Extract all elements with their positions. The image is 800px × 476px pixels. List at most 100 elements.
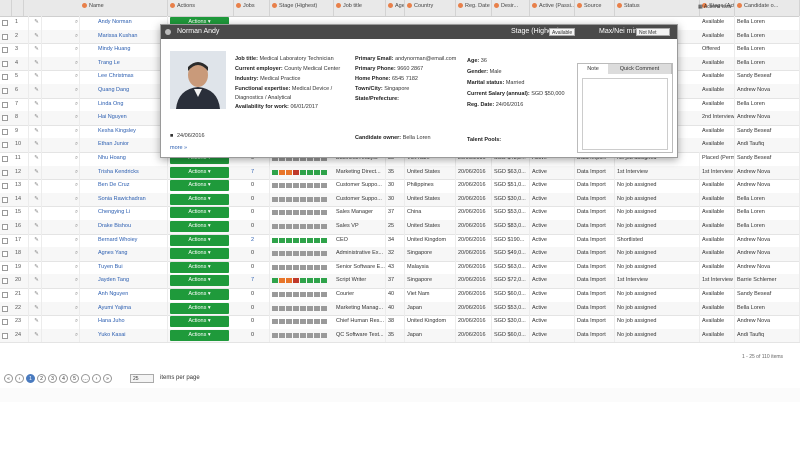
search-icon[interactable]: ⌕	[72, 288, 80, 302]
column-header[interactable]	[0, 0, 12, 16]
filter-icon[interactable]	[617, 3, 622, 9]
row-checkbox[interactable]	[2, 292, 8, 298]
edit-icon[interactable]: ✎	[30, 84, 42, 98]
search-icon[interactable]: ⌕	[72, 206, 80, 220]
edit-icon[interactable]: ✎	[30, 233, 42, 248]
search-icon[interactable]: ⌕	[72, 220, 80, 234]
tab-quick-comment[interactable]: Quick Comment	[608, 64, 672, 74]
candidate-name-link[interactable]: Marissa Kushan	[96, 29, 168, 44]
actions-button[interactable]: Actions ▾	[170, 193, 229, 205]
row-checkbox[interactable]	[2, 20, 8, 26]
search-icon[interactable]: ⌕	[72, 301, 80, 316]
filter-icon[interactable]	[170, 3, 175, 9]
actions-button[interactable]: Actions ▾	[170, 234, 229, 246]
actions-button[interactable]: Actions ▾	[170, 302, 229, 314]
edit-icon[interactable]: ✎	[30, 152, 42, 166]
search-icon[interactable]: ⌕	[72, 84, 80, 98]
edit-icon[interactable]: ✎	[30, 328, 42, 343]
search-icon[interactable]: ⌕	[72, 247, 80, 261]
prev-page-icon[interactable]: ‹	[15, 374, 24, 383]
row-checkbox[interactable]	[2, 319, 8, 326]
page-3-button[interactable]: 3	[48, 374, 57, 383]
edit-icon[interactable]: ✎	[30, 138, 42, 152]
candidate-name-link[interactable]: Quang Dang	[96, 84, 168, 98]
search-icon[interactable]: ⌕	[72, 124, 80, 139]
per-page-select[interactable]: 25	[130, 374, 154, 383]
column-header[interactable]: Name	[80, 0, 168, 16]
actions-button[interactable]: Actions ▾	[170, 289, 229, 300]
maxmin-select[interactable]: Not Met	[636, 28, 670, 36]
candidate-name-link[interactable]: Ben De Cruz	[96, 179, 168, 193]
candidate-name-link[interactable]: Hai Nguyen	[96, 111, 168, 125]
column-header[interactable]: Status	[615, 0, 700, 16]
actions-button[interactable]: Actions ▾	[170, 329, 229, 341]
column-header[interactable]	[12, 0, 24, 16]
edit-icon[interactable]: ✎	[30, 192, 42, 207]
actions-button[interactable]: Actions ▾	[170, 180, 229, 192]
row-checkbox[interactable]	[2, 237, 8, 244]
stage-select[interactable]: Available	[549, 28, 576, 36]
search-icon[interactable]: ⌕	[72, 328, 80, 343]
candidate-name-link[interactable]: Kesha Kingsley	[96, 124, 168, 139]
table-row[interactable]: 18 ✎ ⌕ Agnes Yang Actions ▾ 0 Administrative E…	[0, 247, 800, 262]
column-header[interactable]: Source	[575, 0, 615, 16]
first-page-icon[interactable]: «	[4, 374, 13, 383]
search-icon[interactable]: ⌕	[72, 152, 80, 166]
actions-button[interactable]: Actions ▾	[170, 316, 229, 328]
candidate-name-link[interactable]: Anh Nguyen	[96, 288, 168, 302]
candidate-name-link[interactable]: Hana Juho	[96, 315, 168, 329]
candidate-name-link[interactable]: Jayden Tang	[96, 274, 168, 288]
row-checkbox[interactable]	[2, 264, 8, 271]
page-2-button[interactable]: 2	[37, 374, 46, 383]
candidate-name-link[interactable]: Ethan Junior	[96, 138, 168, 152]
search-icon[interactable]: ⌕	[72, 233, 80, 248]
row-checkbox[interactable]	[2, 224, 8, 230]
candidate-name-link[interactable]: Ayumi Yajima	[96, 301, 168, 316]
candidate-name-link[interactable]: Nhu Hoang	[96, 152, 168, 166]
search-icon[interactable]: ⌕	[72, 192, 80, 207]
column-header[interactable]: Jobs	[234, 0, 270, 16]
table-row[interactable]: 22 ✎ ⌕ Ayumi Yajima Actions ▾ 0 Marketing Mana…	[0, 301, 800, 317]
column-header[interactable]: Candidate o...	[735, 0, 800, 16]
row-checkbox[interactable]	[2, 278, 8, 285]
tab-note[interactable]: Note	[578, 64, 609, 74]
filter-icon[interactable]	[532, 3, 537, 9]
edit-icon[interactable]: ✎	[30, 315, 42, 329]
table-row[interactable]: 21 ✎ ⌕ Anh Nguyen Actions ▾ 0 Courier 40 Viet Na…	[0, 288, 800, 303]
search-icon[interactable]: ⌕	[72, 315, 80, 329]
column-header[interactable]: Active (Passi...	[530, 0, 575, 16]
row-checkbox[interactable]	[2, 169, 8, 176]
note-textarea[interactable]	[582, 78, 668, 150]
row-checkbox[interactable]	[2, 305, 8, 312]
edit-icon[interactable]: ✎	[30, 179, 42, 193]
row-checkbox[interactable]	[2, 142, 8, 149]
candidate-name-link[interactable]: Linda Ong	[96, 97, 168, 112]
filter-icon[interactable]	[336, 3, 341, 9]
search-icon[interactable]: ⌕	[72, 29, 80, 44]
row-checkbox[interactable]	[2, 183, 8, 190]
candidate-name-link[interactable]: Andy Norman	[96, 16, 168, 30]
search-icon[interactable]: ⌕	[72, 43, 80, 57]
row-checkbox[interactable]	[2, 332, 8, 339]
table-row[interactable]: 24 ✎ ⌕ Yuko Kasai Actions ▾ 0 QC Software Test…	[0, 328, 800, 344]
actions-view-link[interactable]: ▦ Actions view	[698, 4, 732, 10]
filter-icon[interactable]	[458, 3, 463, 9]
filter-icon[interactable]	[82, 3, 87, 9]
row-checkbox[interactable]	[2, 74, 8, 81]
row-checkbox[interactable]	[2, 88, 8, 94]
page-1-button[interactable]: 1	[26, 374, 35, 383]
candidate-name-link[interactable]: Agnes Yang	[96, 247, 168, 261]
column-header[interactable]: Country	[405, 0, 456, 16]
row-checkbox[interactable]	[2, 60, 8, 67]
table-row[interactable]: 12 ✎ ⌕ Trisha Kendricks Actions ▾ 7 Marketing …	[0, 165, 800, 181]
table-row[interactable]: 20 ✎ ⌕ Jayden Tang Actions ▾ 7 Script Writer 37…	[0, 274, 800, 289]
last-page-icon[interactable]: »	[103, 374, 112, 383]
page-5-button[interactable]: 5	[70, 374, 79, 383]
edit-icon[interactable]: ✎	[30, 97, 42, 112]
row-checkbox[interactable]	[2, 101, 8, 108]
candidate-name-link[interactable]: Chengying Li	[96, 206, 168, 220]
table-row[interactable]: 19 ✎ ⌕ Tuyen Bui Actions ▾ 0 Senior Software E…	[0, 260, 800, 276]
filter-icon[interactable]	[272, 3, 277, 9]
row-checkbox[interactable]	[2, 128, 8, 135]
candidate-name-link[interactable]: Drake Bishou	[96, 220, 168, 234]
